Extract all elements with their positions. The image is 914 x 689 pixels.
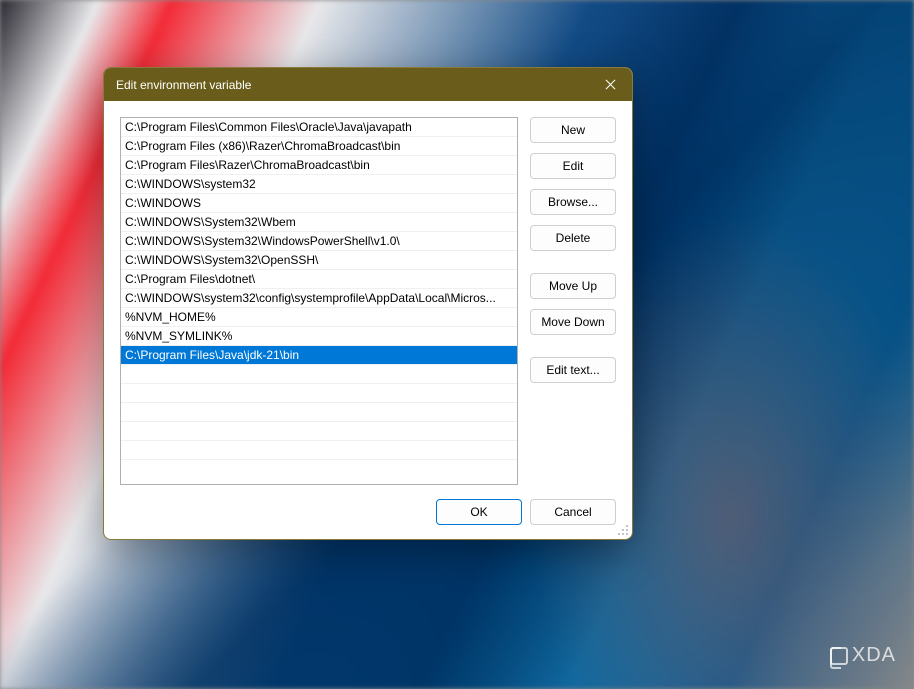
path-listbox[interactable]: C:\Program Files\Common Files\Oracle\Jav… bbox=[120, 117, 518, 485]
list-item[interactable] bbox=[121, 422, 517, 441]
list-item[interactable] bbox=[121, 403, 517, 422]
list-item[interactable]: C:\WINDOWS\System32\WindowsPowerShell\v1… bbox=[121, 232, 517, 251]
list-item[interactable] bbox=[121, 460, 517, 479]
close-icon bbox=[605, 79, 616, 90]
move-down-button[interactable]: Move Down bbox=[530, 309, 616, 335]
list-item[interactable]: C:\WINDOWS\system32 bbox=[121, 175, 517, 194]
xda-watermark: XDA bbox=[830, 644, 896, 667]
new-button[interactable]: New bbox=[530, 117, 616, 143]
edit-text-button[interactable]: Edit text... bbox=[530, 357, 616, 383]
cancel-button[interactable]: Cancel bbox=[530, 499, 616, 525]
delete-button[interactable]: Delete bbox=[530, 225, 616, 251]
resize-grip-icon[interactable] bbox=[615, 522, 629, 536]
close-button[interactable] bbox=[588, 68, 632, 101]
xda-logo-icon bbox=[830, 647, 848, 665]
list-item[interactable] bbox=[121, 441, 517, 460]
list-item[interactable] bbox=[121, 365, 517, 384]
dialog-titlebar[interactable]: Edit environment variable bbox=[104, 68, 632, 101]
list-item[interactable]: %NVM_SYMLINK% bbox=[121, 327, 517, 346]
list-item[interactable]: C:\Program Files\dotnet\ bbox=[121, 270, 517, 289]
list-item[interactable]: C:\Program Files\Common Files\Oracle\Jav… bbox=[121, 118, 517, 137]
list-item[interactable]: C:\Program Files\Java\jdk-21\bin bbox=[121, 346, 517, 365]
list-item[interactable]: C:\Program Files (x86)\Razer\ChromaBroad… bbox=[121, 137, 517, 156]
browse-button[interactable]: Browse... bbox=[530, 189, 616, 215]
watermark-text: XDA bbox=[852, 644, 896, 667]
content-row: C:\Program Files\Common Files\Oracle\Jav… bbox=[120, 117, 616, 485]
list-item[interactable]: %NVM_HOME% bbox=[121, 308, 517, 327]
list-item[interactable] bbox=[121, 384, 517, 403]
edit-button[interactable]: Edit bbox=[530, 153, 616, 179]
side-button-column: New Edit Browse... Delete Move Up Move D… bbox=[530, 117, 616, 383]
dialog-body: C:\Program Files\Common Files\Oracle\Jav… bbox=[104, 101, 632, 539]
list-item[interactable]: C:\WINDOWS\system32\config\systemprofile… bbox=[121, 289, 517, 308]
bottom-button-row: OK Cancel bbox=[120, 499, 616, 525]
move-up-button[interactable]: Move Up bbox=[530, 273, 616, 299]
edit-environment-variable-dialog: Edit environment variable C:\Program Fil… bbox=[103, 67, 633, 540]
dialog-title: Edit environment variable bbox=[116, 78, 588, 92]
list-item[interactable]: C:\WINDOWS\System32\OpenSSH\ bbox=[121, 251, 517, 270]
list-item[interactable]: C:\Program Files\Razer\ChromaBroadcast\b… bbox=[121, 156, 517, 175]
ok-button[interactable]: OK bbox=[436, 499, 522, 525]
list-item[interactable]: C:\WINDOWS bbox=[121, 194, 517, 213]
list-item[interactable]: C:\WINDOWS\System32\Wbem bbox=[121, 213, 517, 232]
